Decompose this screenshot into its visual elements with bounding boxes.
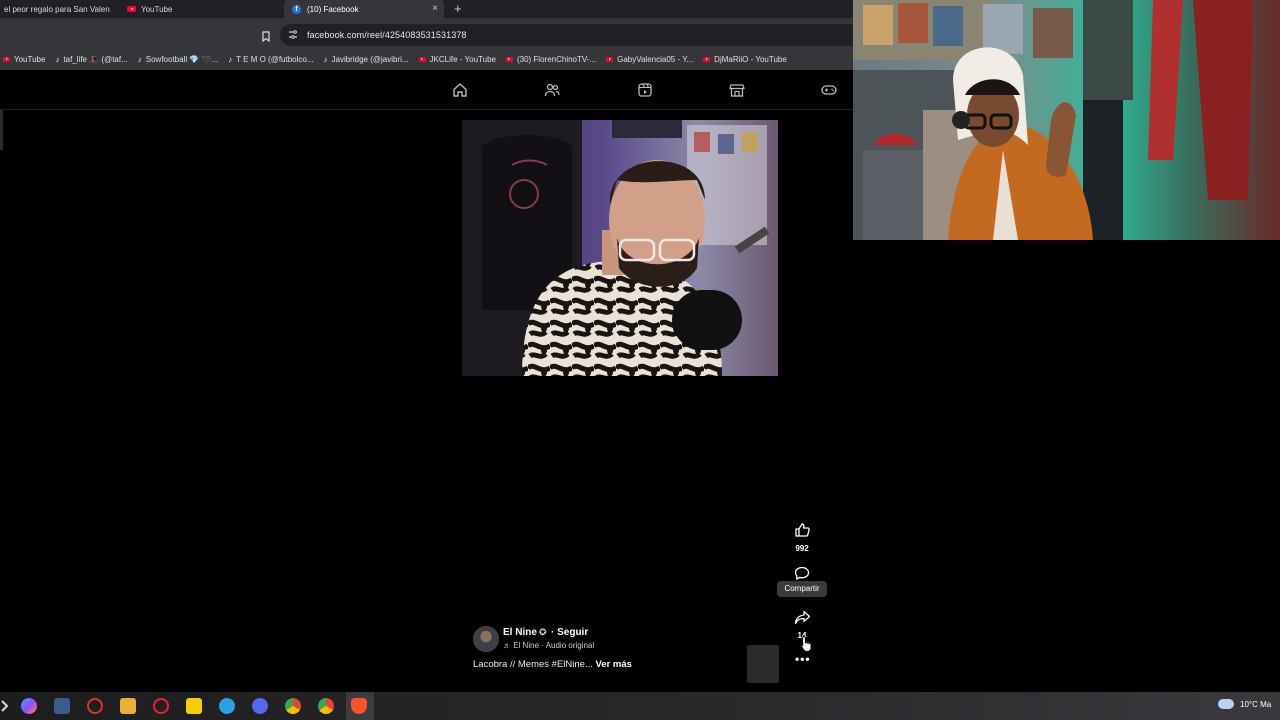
bookmark-item[interactable]: JKCLife - YouTube (418, 54, 496, 64)
bookmark-label: T E M O (@futbolco... (236, 54, 314, 64)
url-text[interactable]: facebook.com/reel/4254083531531378 (307, 30, 467, 40)
bookmark-item[interactable]: ♪ taf_life 🎩 (@taf... (55, 55, 127, 64)
reel-video-player[interactable] (462, 120, 778, 376)
youtube-icon (606, 56, 614, 62)
bookmark-label: Sowfootball 💎 🖤... (145, 54, 219, 64)
more-options-button[interactable]: ••• (795, 652, 811, 666)
browser-toolbar: facebook.com/reel/4254083531531378 (0, 18, 853, 48)
tiktok-icon: ♪ (55, 54, 60, 64)
share-tooltip: Compartir (777, 581, 827, 597)
tab-label: (10) Facebook (307, 4, 359, 14)
bookmark-item[interactable]: ♪ Javibridge (@javibri... (324, 55, 409, 64)
tab-youtube[interactable]: YouTube (123, 0, 273, 18)
bookmark-label: GabyValencia05 - Y... (617, 54, 694, 64)
weather-widget[interactable]: 10°C Ma (1218, 699, 1271, 709)
tiktok-icon: ♪ (228, 54, 233, 64)
file-explorer-icon[interactable] (120, 698, 136, 714)
brave-icon[interactable] (351, 698, 367, 714)
audio-label[interactable]: ♬ El Nine · Audio original (503, 641, 594, 650)
video-icon[interactable] (637, 82, 653, 98)
tiktok-icon: ♪ (137, 54, 142, 64)
youtube-icon (505, 56, 513, 62)
webcam-image (853, 0, 1280, 240)
tab-label: el peor regalo para San Valen (4, 4, 110, 14)
bookmark-item[interactable]: GabyValencia05 - Y... (606, 55, 693, 64)
cloud-icon (1218, 699, 1234, 709)
browser-tab-strip: el peor regalo para San Valen YouTube f … (0, 0, 853, 18)
bookmark-label: Javibridge (@javibri... (331, 54, 409, 64)
marketplace-icon[interactable] (729, 82, 745, 98)
bookmark-label: (30) FlorenChinoTV-... (516, 54, 597, 64)
bookmark-item[interactable]: (30) FlorenChinoTV-... (505, 54, 597, 64)
scrollbar-edge (0, 110, 3, 150)
start-icon[interactable] (0, 698, 10, 714)
youtube-icon (127, 6, 136, 12)
streamer-webcam-overlay (853, 0, 1280, 240)
avatar[interactable] (473, 626, 499, 652)
hand-cursor-icon (800, 636, 812, 652)
tiktok-icon: ♪ (323, 54, 328, 64)
bookmark-label: taf_life 🎩 (@taf... (63, 54, 128, 64)
see-more-link[interactable]: Ver más (596, 659, 632, 670)
obs-icon[interactable] (87, 698, 103, 714)
tab-san-valentin[interactable]: el peor regalo para San Valen (0, 0, 112, 18)
windows-taskbar (0, 692, 1280, 720)
tab-facebook[interactable]: f (10) Facebook × (284, 0, 444, 18)
next-reel-thumbnail[interactable] (747, 645, 779, 683)
thumbs-up-icon (795, 523, 810, 537)
author-name[interactable]: El Nine (503, 627, 537, 638)
like-count: 992 (795, 544, 809, 553)
address-bar[interactable]: facebook.com/reel/4254083531531378 (280, 24, 853, 46)
comment-icon (794, 566, 810, 581)
capture-icon[interactable] (153, 698, 169, 714)
reel-caption: Lacobra // Memes #ElNine... Ver más (473, 659, 632, 670)
friends-icon[interactable] (544, 82, 560, 98)
gaming-icon[interactable] (821, 82, 837, 98)
youtube-icon (703, 56, 711, 62)
youtube-icon (3, 56, 10, 62)
chrome-icon[interactable] (285, 698, 301, 714)
sticky-notes-icon[interactable] (186, 698, 202, 714)
new-tab-button[interactable]: + (454, 1, 462, 16)
bookmarks-bar: YouTube ♪ taf_life 🎩 (@taf... ♪ Sowfootbal… (0, 48, 853, 70)
bookmark-item[interactable]: ♪ Sowfootball 💎 🖤... (138, 55, 218, 64)
telegram-icon[interactable] (219, 698, 235, 714)
share-icon (794, 610, 810, 625)
discord-icon[interactable] (252, 698, 268, 714)
bookmark-label: DjMaRiiO - YouTube (714, 54, 787, 64)
facebook-top-nav (0, 70, 853, 110)
verified-icon: ✪ (539, 627, 547, 637)
close-tab-icon[interactable]: × (432, 3, 438, 15)
app-icon[interactable] (54, 698, 70, 714)
facebook-icon: f (292, 4, 301, 14)
bookmark-item[interactable]: ♪ T E M O (@futbolco... (228, 55, 313, 64)
caption-text: Lacobra // Memes #ElNine... (473, 659, 593, 670)
weather-text: 10°C Ma (1240, 699, 1272, 709)
like-button[interactable]: 992 (782, 522, 822, 553)
bookmark-item[interactable]: DjMaRiiO - YouTube (703, 55, 787, 64)
copilot-icon[interactable] (21, 698, 37, 714)
chrome-icon[interactable] (318, 698, 334, 714)
bookmark-label: YouTube (14, 54, 46, 64)
bookmark-label: JKCLife - YouTube (429, 54, 496, 64)
tab-label: YouTube (141, 4, 173, 14)
youtube-icon (418, 56, 426, 62)
bookmark-icon[interactable] (262, 29, 270, 47)
bookmark-item[interactable]: YouTube (3, 55, 45, 64)
site-info-icon[interactable] (288, 26, 298, 44)
follow-button[interactable]: · Seguir (551, 627, 588, 638)
home-icon[interactable] (452, 82, 468, 98)
reel-video-frame (462, 120, 778, 376)
